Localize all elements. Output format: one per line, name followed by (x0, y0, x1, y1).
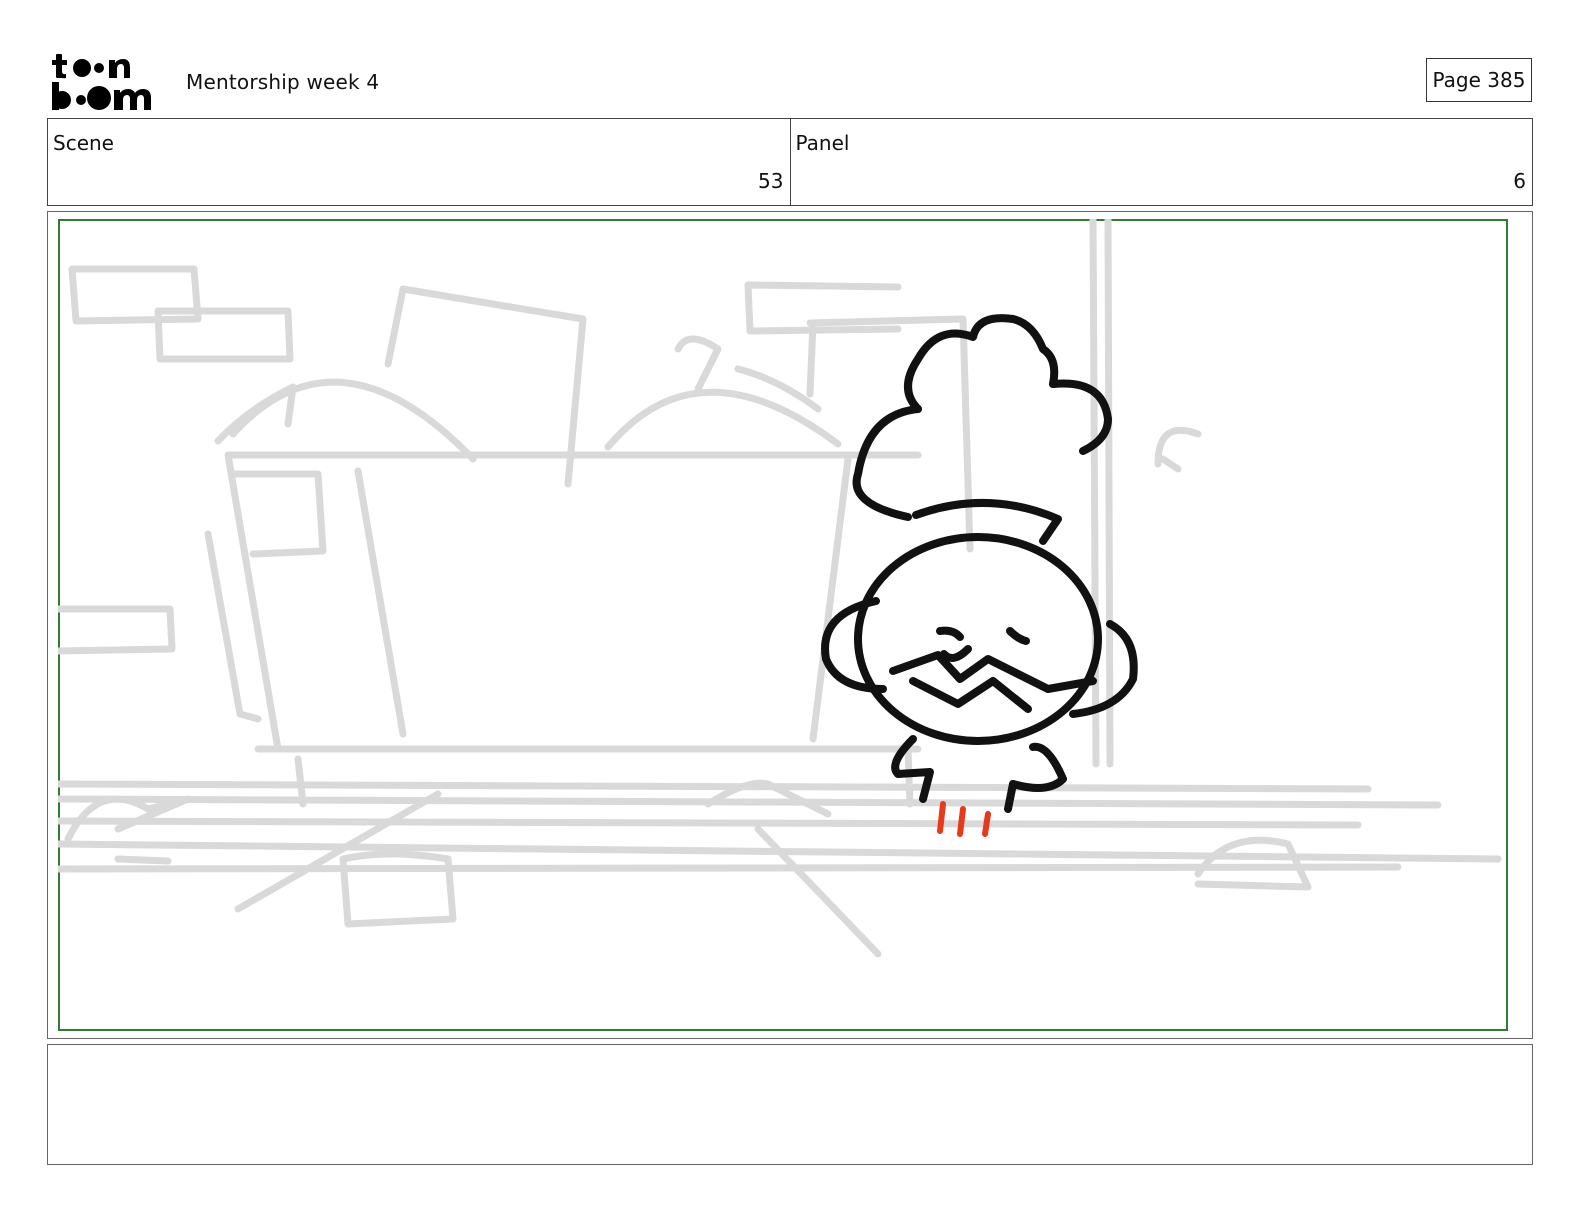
page-number: Page 385 (1426, 58, 1532, 102)
storyboard-panel-image (58, 219, 1508, 1031)
scene-number: 53 (758, 169, 784, 193)
panel-number: 6 (1513, 169, 1526, 193)
panel-notes-box (47, 1044, 1533, 1165)
panel-cell: Panel 6 (789, 119, 1533, 205)
scene-panel-info: Scene 53 Panel 6 (47, 118, 1533, 206)
panel-safe-frame (58, 219, 1508, 1031)
toon-boom-logo (52, 54, 151, 110)
storyboard-panel-frame (47, 211, 1533, 1039)
document-title: Mentorship week 4 (186, 70, 380, 94)
scene-cell: Scene 53 (48, 119, 790, 205)
scene-label: Scene (53, 131, 114, 155)
panel-label: Panel (795, 131, 850, 155)
